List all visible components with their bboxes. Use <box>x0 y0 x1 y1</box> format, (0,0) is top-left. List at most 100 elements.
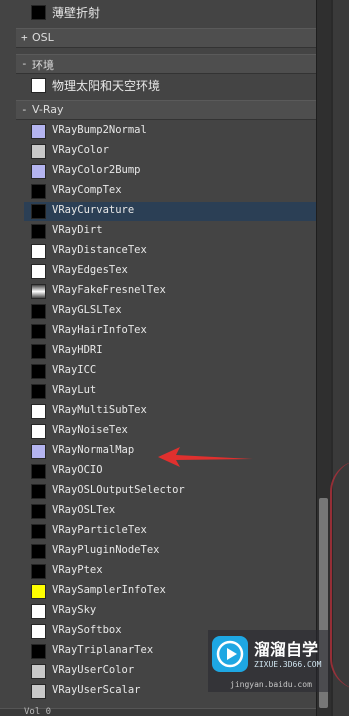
color-swatch <box>31 244 46 259</box>
color-swatch <box>31 584 46 599</box>
item-label: VRayOCIO <box>52 464 103 476</box>
color-swatch <box>31 444 46 459</box>
item-label: 物理太阳和天空环境 <box>52 79 161 93</box>
item-label: VRayColor2Bump <box>52 164 141 176</box>
list-item-vraybump2normal[interactable]: VRayBump2Normal <box>24 122 316 141</box>
item-label: VRayOSLTex <box>52 504 116 516</box>
watermark-url: ZIXUE.3D66.COM <box>254 660 322 669</box>
list-item-vrayparticletex[interactable]: VRayParticleTex <box>24 522 316 541</box>
list-item-vrayptex[interactable]: VRayPtex <box>24 562 316 581</box>
list-item-vraydirt[interactable]: VRayDirt <box>24 222 316 241</box>
color-swatch <box>31 684 46 699</box>
list-item-vraynoisetex[interactable]: VRayNoiseTex <box>24 422 316 441</box>
color-swatch <box>31 544 46 559</box>
list-item-vraycomptex[interactable]: VRayCompTex <box>24 182 316 201</box>
color-swatch <box>31 304 46 319</box>
list-item-vrayhairinfotex[interactable]: VRayHairInfoTex <box>24 322 316 341</box>
section-environment[interactable]: - 环境 <box>16 54 316 74</box>
color-swatch <box>31 204 46 219</box>
list-item-vrayglsltex[interactable]: VRayGLSLTex <box>24 302 316 321</box>
color-swatch <box>31 384 46 399</box>
list-item-vraydistancetex[interactable]: VRayDistanceTex <box>24 242 316 261</box>
item-label: VRayColor <box>52 144 109 156</box>
color-swatch <box>31 124 46 139</box>
color-swatch <box>31 364 46 379</box>
item-label: VRayNormalMap <box>52 444 135 456</box>
color-swatch <box>31 264 46 279</box>
item-label: VRayUserColor <box>52 664 135 676</box>
collapse-icon[interactable]: - <box>21 57 28 70</box>
section-title: 环境 <box>32 59 54 72</box>
section-title: V-Ray <box>32 103 64 116</box>
partial-label: Vol 0 <box>24 707 52 716</box>
list-item-thin-wall-refraction[interactable]: 薄壁折射 <box>24 3 316 22</box>
color-swatch <box>31 164 46 179</box>
item-label: VRayEdgesTex <box>52 264 128 276</box>
section-title: OSL <box>32 31 54 44</box>
color-swatch <box>31 5 46 20</box>
item-label: VRayCompTex <box>52 184 122 196</box>
color-swatch <box>31 78 46 93</box>
item-label: VRayPluginNodeTex <box>52 544 160 556</box>
item-label: VRayGLSLTex <box>52 304 122 316</box>
item-label: VRayOSLOutputSelector <box>52 484 185 496</box>
item-label: VRayLut <box>52 384 97 396</box>
item-label: VRayNoiseTex <box>52 424 128 436</box>
list-item-vrayfakefresneltex[interactable]: VRayFakeFresnelTex <box>24 282 316 301</box>
item-label: VRayICC <box>52 364 97 376</box>
item-label: VRaySoftbox <box>52 624 122 636</box>
section-vray[interactable]: - V-Ray <box>16 100 316 120</box>
collapse-icon[interactable]: - <box>21 103 28 116</box>
color-swatch <box>31 144 46 159</box>
color-swatch <box>31 324 46 339</box>
play-logo-icon <box>212 636 248 672</box>
next-section-partial: Vol 0 <box>0 707 316 716</box>
list-item-physical-sun-sky[interactable]: 物理太阳和天空环境 <box>24 76 316 95</box>
item-label: VRaySky <box>52 604 97 616</box>
color-swatch <box>31 224 46 239</box>
item-label: VRayBump2Normal <box>52 124 147 136</box>
color-swatch <box>31 504 46 519</box>
item-label: 薄壁折射 <box>52 6 101 20</box>
color-swatch <box>31 424 46 439</box>
section-osl[interactable]: + OSL <box>16 28 316 48</box>
scrollbar[interactable] <box>316 0 331 716</box>
watermark-site: jingyan.baidu.com <box>230 680 312 689</box>
item-label: VRayHDRI <box>52 344 103 356</box>
list-item-vrayosltex[interactable]: VRayOSLTex <box>24 502 316 521</box>
color-swatch <box>31 464 46 479</box>
color-swatch <box>31 484 46 499</box>
item-label: VRaySamplerInfoTex <box>52 584 166 596</box>
list-item-vraypluginnodetex[interactable]: VRayPluginNodeTex <box>24 542 316 561</box>
item-label: VRayHairInfoTex <box>52 324 147 336</box>
red-arrow-annotation <box>158 447 253 467</box>
list-item-vraymultisubtex[interactable]: VRayMultiSubTex <box>24 402 316 421</box>
color-swatch <box>31 664 46 679</box>
list-item-vraysamplerinfotex[interactable]: VRaySamplerInfoTex <box>24 582 316 601</box>
color-swatch <box>31 644 46 659</box>
list-item-vrayhdri[interactable]: VRayHDRI <box>24 342 316 361</box>
item-label: VRayUserScalar <box>52 684 141 696</box>
item-label: VRayDistanceTex <box>52 244 147 256</box>
expand-icon[interactable]: + <box>21 31 28 44</box>
item-label: VRayFakeFresnelTex <box>52 284 166 296</box>
color-swatch <box>31 284 46 299</box>
list-item-vrayosloutputselector[interactable]: VRayOSLOutputSelector <box>24 482 316 501</box>
list-item-vraycolor[interactable]: VRayColor <box>24 142 316 161</box>
item-label: VRayCurvature <box>52 204 135 216</box>
item-label: VRayDirt <box>52 224 103 236</box>
color-swatch <box>31 344 46 359</box>
color-swatch <box>31 564 46 579</box>
list-item-vraycolor2bump[interactable]: VRayColor2Bump <box>24 162 316 181</box>
watermark-title: 溜溜自学 <box>254 640 319 659</box>
map-browser-panel: 薄壁折射 + OSL - 环境 物理太阳和天空环境 - V-Ray VRayBu… <box>0 0 316 716</box>
list-item-vrayedgestex[interactable]: VRayEdgesTex <box>24 262 316 281</box>
list-item-vraycurvature[interactable]: VRayCurvature <box>24 202 316 221</box>
color-swatch <box>31 184 46 199</box>
list-item-vrayicc[interactable]: VRayICC <box>24 362 316 381</box>
item-label: VRayParticleTex <box>52 524 147 536</box>
item-label: VRayMultiSubTex <box>52 404 147 416</box>
list-item-vraysky[interactable]: VRaySky <box>24 602 316 621</box>
list-item-vraylut[interactable]: VRayLut <box>24 382 316 401</box>
color-swatch <box>31 624 46 639</box>
